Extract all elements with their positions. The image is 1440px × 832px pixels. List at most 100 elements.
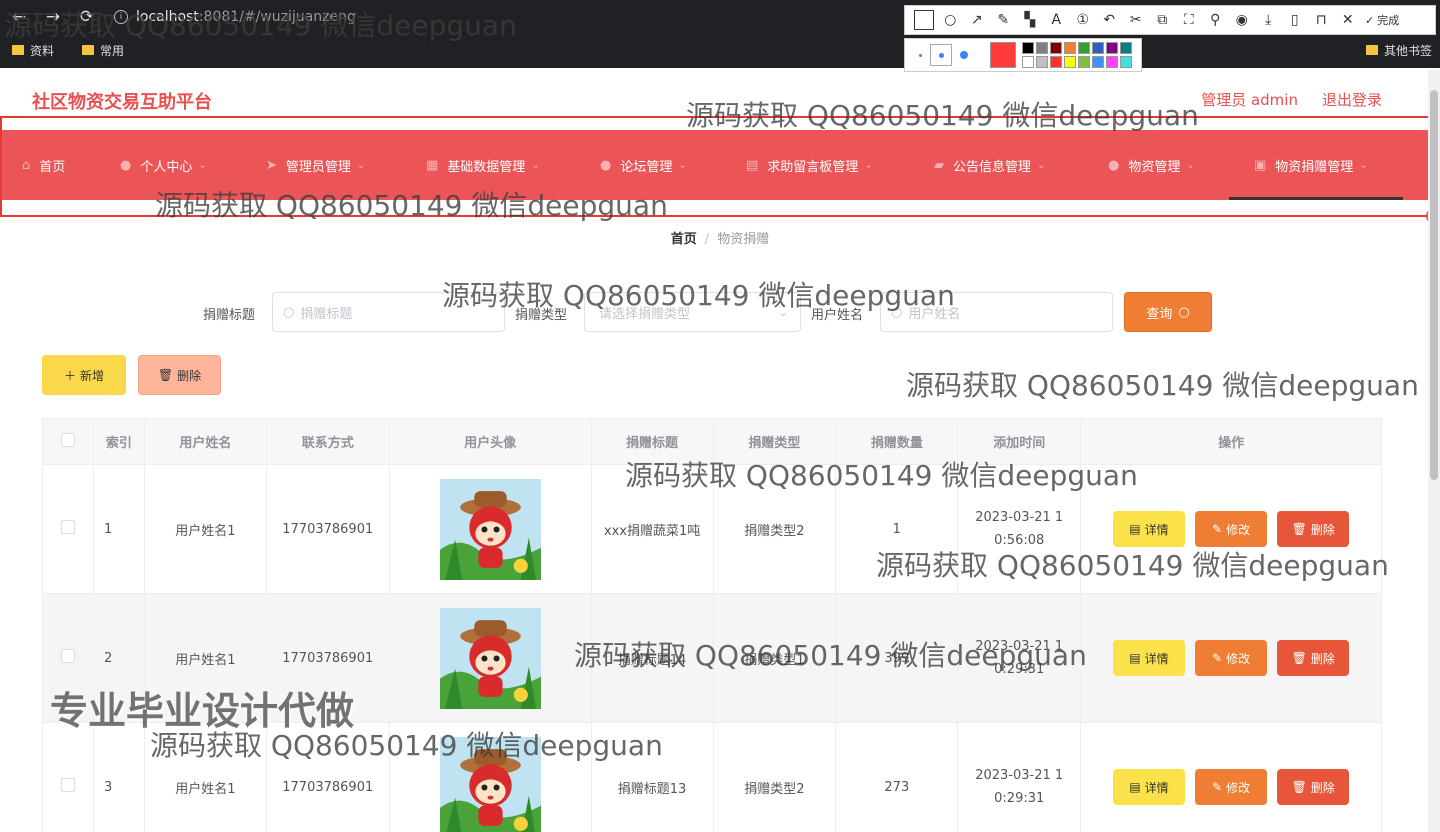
site-info-icon[interactable]: i	[114, 10, 128, 24]
type-filter-select[interactable]: 请选择捐赠类型 ⌄	[584, 292, 801, 332]
column-header: 捐赠类型	[712, 418, 837, 465]
menu-item-announcements[interactable]: ▰ 公告信息管理 ⌄	[934, 130, 1045, 200]
download-icon[interactable]: ⤓	[1255, 7, 1282, 33]
color-swatch[interactable]	[1036, 56, 1048, 68]
color-swatch[interactable]	[1022, 42, 1034, 54]
chevron-down-icon: ⌄	[1186, 159, 1195, 171]
chevron-down-icon: ⌄	[678, 159, 687, 171]
delete-button[interactable]: 🗑︎ 删除	[1277, 640, 1350, 676]
logout-link[interactable]: 退出登录	[1322, 89, 1382, 110]
cut-icon[interactable]: ✂	[1123, 7, 1150, 33]
color-swatch[interactable]	[1078, 56, 1090, 68]
color-swatch[interactable]	[1106, 42, 1118, 54]
menu-item-forum[interactable]: ● 论坛管理 ⌄	[600, 130, 687, 200]
menu-item-personal-center[interactable]: ● 个人中心 ⌄	[120, 130, 207, 200]
check-icon: ✓	[1365, 13, 1375, 27]
record-icon[interactable]: ◉	[1229, 7, 1256, 33]
other-bookmarks[interactable]: 其他书签	[1365, 36, 1432, 64]
folder-icon: ▰	[934, 157, 944, 173]
column-header: 用户头像	[388, 418, 592, 465]
column-header: 用户姓名	[143, 418, 267, 465]
color-swatch[interactable]	[1022, 56, 1034, 68]
long-screenshot-icon[interactable]: ▯	[1282, 7, 1309, 33]
top-nav-menu: ⌂ 首页 ● 个人中心 ⌄ ➤ 管理员管理 ⌄ ▦ 基础数据管理 ⌄ ● 论坛管…	[0, 130, 1428, 200]
batch-delete-button[interactable]: 🗑︎ 删除	[138, 355, 221, 395]
color-swatch[interactable]	[1106, 56, 1118, 68]
rectangle-tool-icon[interactable]	[914, 10, 934, 30]
bookmark-folder[interactable]: 资料	[12, 42, 54, 59]
brush-medium-icon[interactable]	[930, 44, 952, 66]
color-swatch[interactable]	[1078, 42, 1090, 54]
current-color[interactable]	[990, 42, 1016, 68]
cell-type: 捐赠类型2	[712, 722, 837, 832]
undo-icon[interactable]: ↶	[1096, 7, 1123, 33]
close-icon[interactable]: ✕	[1335, 7, 1362, 33]
bookmarks-bar: 资料 常用 其他书签	[0, 36, 1440, 64]
pen-tool-icon[interactable]: ✎	[990, 7, 1017, 33]
pin-icon[interactable]: ⚲	[1202, 7, 1229, 33]
document-icon: ▤	[1129, 651, 1141, 665]
color-swatch[interactable]	[1036, 42, 1048, 54]
add-button[interactable]: ＋ 新增	[42, 355, 126, 395]
detail-button[interactable]: ▤ 详情	[1112, 640, 1185, 676]
bookmark-folder[interactable]: 常用	[82, 42, 124, 59]
search-icon: ○	[283, 304, 295, 320]
user-avatar-image	[439, 736, 541, 832]
color-swatch[interactable]	[1092, 42, 1104, 54]
snip-done-button[interactable]: ✓ 完成	[1365, 12, 1399, 28]
url-bar[interactable]: i localhost:8081/#/wuzijuanzeng	[114, 9, 356, 25]
ocr-icon[interactable]: ⛶	[1176, 7, 1203, 33]
edit-button[interactable]: ✎ 修改	[1195, 640, 1268, 676]
color-swatch[interactable]	[1064, 42, 1076, 54]
snip-palette	[904, 38, 1142, 72]
scroll-thumb[interactable]	[1430, 90, 1438, 480]
menu-item-basic-data[interactable]: ▦ 基础数据管理 ⌄	[426, 130, 540, 200]
menu-item-help-board[interactable]: ▤ 求助留言板管理 ⌄	[746, 130, 873, 200]
query-button[interactable]: 查询 ○	[1124, 292, 1212, 332]
color-swatch[interactable]	[1092, 56, 1104, 68]
brush-large-icon[interactable]	[960, 51, 968, 59]
forward-icon[interactable]: →	[38, 2, 68, 32]
cell-quantity: 1	[835, 464, 959, 594]
table-header-row: 索引 用户姓名 联系方式 用户头像 捐赠标题 捐赠类型 捐赠数量 添加时间 操作	[42, 418, 1382, 465]
select-all-checkbox[interactable]	[42, 418, 94, 465]
breadcrumb-home[interactable]: 首页	[671, 232, 697, 247]
cell-actions: ▤ 详情 ✎ 修改 🗑︎ 删除	[1080, 722, 1382, 832]
color-swatch[interactable]	[1050, 56, 1062, 68]
bookmark-icon[interactable]: ⊓	[1308, 7, 1335, 33]
reload-icon[interactable]: ⟳	[72, 2, 102, 32]
cell-title: 捐赠标题13	[590, 722, 714, 832]
cell-quantity: 399	[835, 593, 959, 723]
menu-item-home[interactable]: ⌂ 首页	[22, 130, 65, 200]
user-filter-input[interactable]: ○ 用户姓名	[880, 292, 1113, 332]
page-scrollbar[interactable]	[1428, 70, 1440, 832]
back-icon[interactable]: ←	[4, 2, 34, 32]
detail-button[interactable]: ▤ 详情	[1112, 769, 1185, 805]
menu-item-materials[interactable]: ● 物资管理 ⌄	[1108, 130, 1195, 200]
menu-item-donations[interactable]: ▣ 物资捐赠管理 ⌄	[1254, 130, 1368, 200]
row-checkbox[interactable]	[42, 464, 94, 594]
brush-small-icon[interactable]	[919, 53, 922, 57]
row-checkbox[interactable]	[42, 722, 94, 832]
translate-icon[interactable]: ⧉	[1149, 7, 1176, 33]
mosaic-tool-icon[interactable]: ▚	[1017, 7, 1044, 33]
color-swatch[interactable]	[1064, 56, 1076, 68]
detail-button[interactable]: ▤ 详情	[1112, 511, 1185, 547]
color-swatch[interactable]	[1120, 42, 1132, 54]
title-filter-input[interactable]: ○ 捐赠标题	[272, 292, 505, 332]
color-swatch[interactable]	[1120, 56, 1132, 68]
text-tool-icon[interactable]: A	[1043, 7, 1070, 33]
cell-title: 捐赠标题14	[590, 593, 714, 723]
arrow-tool-icon[interactable]: ↗	[964, 7, 991, 33]
ellipse-tool-icon[interactable]: ○	[937, 7, 964, 33]
number-tool-icon[interactable]: ①	[1070, 7, 1097, 33]
delete-button[interactable]: 🗑︎ 删除	[1277, 769, 1350, 805]
title-filter-label: 捐赠标题	[203, 308, 256, 323]
edit-button[interactable]: ✎ 修改	[1195, 769, 1268, 805]
color-swatch[interactable]	[1050, 42, 1062, 54]
delete-button[interactable]: 🗑︎ 删除	[1277, 511, 1350, 547]
chevron-down-icon: ⌄	[864, 159, 873, 171]
menu-item-admin-management[interactable]: ➤ 管理员管理 ⌄	[266, 130, 365, 200]
edit-button[interactable]: ✎ 修改	[1195, 511, 1268, 547]
breadcrumb-current: 物资捐赠	[717, 232, 770, 247]
